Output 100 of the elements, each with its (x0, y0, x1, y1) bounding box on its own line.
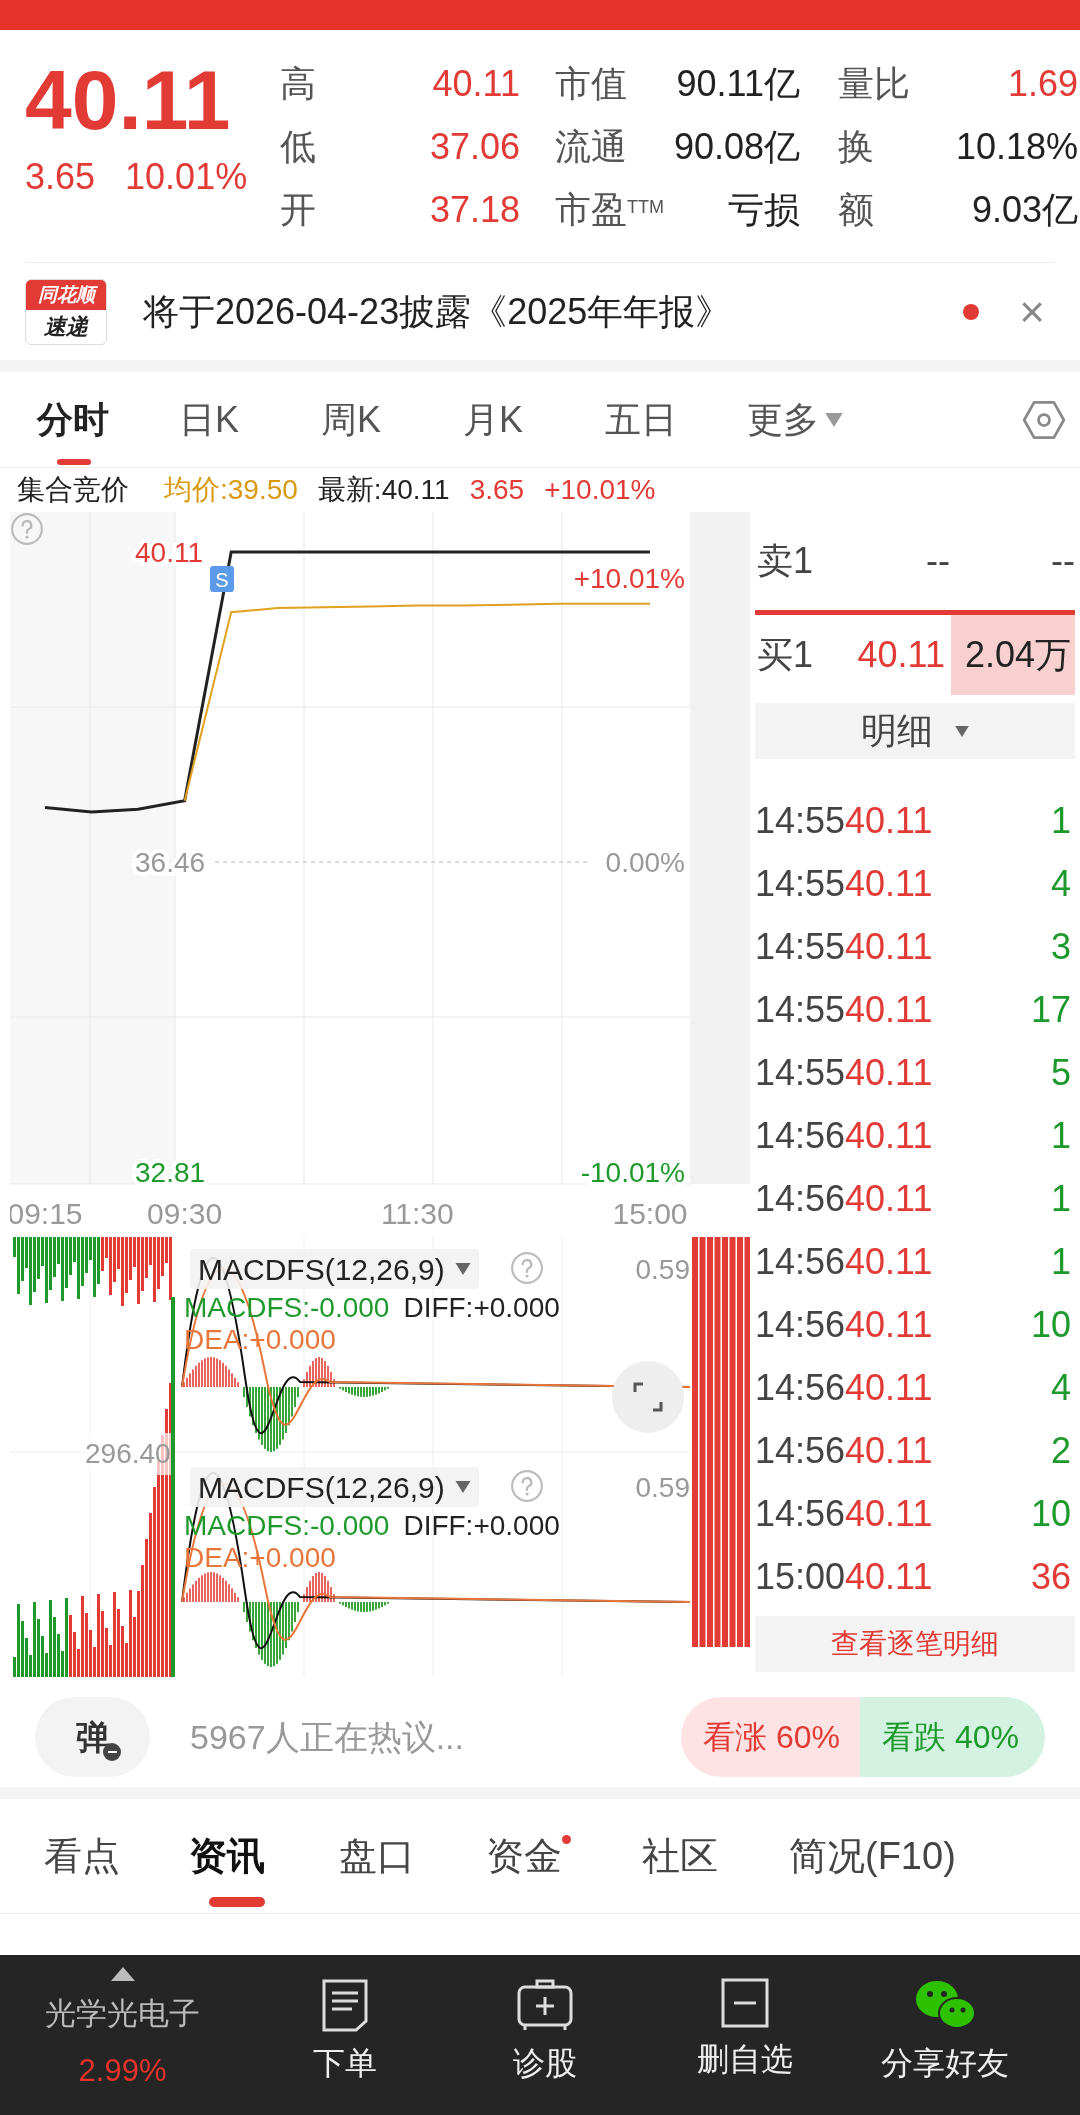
section-tab[interactable]: 简况(F10) (789, 1799, 956, 1913)
chart-tab[interactable]: 月K (463, 372, 523, 467)
caret-icon (454, 1481, 471, 1493)
trade-price: 40.11 (845, 1428, 933, 1473)
trade-volume: 10 (1029, 1302, 1072, 1347)
signal-marker: S (210, 566, 234, 592)
notice-text[interactable]: 将于2026-04-23披露《2025年年报》 (143, 284, 964, 339)
stat-label: 量比 (838, 61, 911, 106)
section-tab[interactable]: 资讯 (189, 1799, 265, 1913)
document-icon (320, 1977, 370, 2033)
chart-tab[interactable]: 分时 (37, 372, 109, 467)
stat-value: 40.11 (431, 61, 520, 106)
price-axis-label: 36.46 (135, 846, 206, 878)
toolbar-button[interactable]: 下单 (245, 1955, 445, 2115)
help-icon[interactable] (510, 1469, 544, 1503)
trade-volume: 17 (1029, 987, 1072, 1032)
trade-price: 40.11 (845, 1050, 933, 1095)
stat-value: 37.06 (428, 124, 520, 169)
trade-volume: 10 (1029, 1491, 1072, 1536)
caret-icon (955, 725, 969, 737)
stat-label: 市值 (555, 61, 628, 106)
news-badge: 同花顺 速递 (25, 278, 107, 345)
stat-value: 37.18 (428, 187, 520, 232)
price-change: 3.65 (25, 155, 96, 199)
stat-value: 亏损 (727, 187, 800, 232)
chart-tab[interactable]: 周K (321, 372, 381, 467)
last-price: 40.11 (25, 52, 232, 148)
trade-price: 40.11 (845, 987, 933, 1032)
stat-value: 1.69 (1006, 61, 1078, 106)
trade-price: 40.11 (845, 1176, 933, 1221)
help-icon[interactable] (510, 1251, 544, 1285)
toolbar-button[interactable]: 分享好友 (845, 1955, 1045, 2115)
up-arrow-icon (110, 1967, 135, 1981)
stat-value: 90.08亿 (672, 124, 800, 169)
section-tab[interactable]: 盘口 (339, 1799, 415, 1913)
stat-value: 9.03亿 (970, 187, 1078, 232)
trade-volume: 5 (1049, 1050, 1072, 1095)
caret-icon (454, 1263, 471, 1275)
section-tab[interactable]: 看点 (44, 1799, 120, 1913)
trade-price: 40.11 (845, 1302, 933, 1347)
stat-label: 换 (838, 124, 875, 169)
medical-kit-icon (515, 1977, 575, 2033)
trade-volume: 1 (1049, 1113, 1072, 1158)
chart-tab[interactable]: 日K (179, 372, 239, 467)
ask-label: 卖1 (756, 539, 815, 583)
price-change: 3.65 (469, 473, 525, 507)
percent-change: +10.01% (544, 473, 656, 507)
trade-volume: 2 (1049, 1428, 1072, 1473)
close-button[interactable]: × (1019, 289, 1045, 334)
toolbar-button[interactable]: 诊股 (445, 1955, 645, 2115)
indicator-selector[interactable]: MACDFS(12,26,9) (190, 1249, 479, 1289)
stat-value: 90.11亿 (675, 61, 800, 106)
sector-change: 2.99% (78, 2051, 167, 2090)
average-price: 均价:39.50 (164, 473, 298, 507)
details-button[interactable]: 明细 (755, 703, 1075, 759)
trade-volume: 36 (1029, 1554, 1072, 1599)
trade-price: 40.11 (845, 1554, 933, 1599)
trade-price: 40.11 (845, 1239, 933, 1284)
help-icon[interactable] (12, 514, 42, 544)
sector-name[interactable]: 光学光电子 (45, 1991, 200, 2038)
stat-label: 额 (838, 187, 875, 232)
trade-volume: 4 (1049, 1365, 1072, 1410)
percent-axis-label: +10.01% (573, 562, 685, 594)
remove-icon (720, 1977, 770, 2029)
bid-price: 40.11 (856, 633, 945, 677)
price-axis-label: 32.81 (135, 1156, 206, 1188)
stat-label: 低 (280, 124, 317, 169)
settings-icon[interactable] (1022, 398, 1066, 442)
ask-price: -- (925, 539, 950, 583)
chart-tab[interactable]: 更多 (747, 372, 843, 467)
trade-price: 40.11 (845, 1365, 933, 1410)
indicator-max: 0.59 (635, 1471, 690, 1505)
auction-label: 集合竞价 (17, 473, 129, 507)
section-tab[interactable]: 资金 (486, 1799, 562, 1913)
time-axis-label: 15:00 (612, 1197, 688, 1230)
trade-volume: 1 (1049, 1239, 1072, 1284)
toolbar-button[interactable]: 删自选 (645, 1955, 845, 2115)
indicator-selector[interactable]: MACDFS(12,26,9) (190, 1467, 479, 1507)
latest-price: 最新:40.11 (317, 473, 450, 507)
indicator-max: 0.59 (635, 1253, 690, 1287)
diff-value: DIFF:+0.000 (403, 1511, 560, 1541)
trade-price: 40.11 (845, 798, 933, 843)
stat-label: 开 (280, 187, 317, 232)
time-axis-label: 11:30 (380, 1197, 454, 1230)
all-trades-button[interactable]: 查看逐笔明细 (755, 1616, 1075, 1672)
bid-label: 买1 (756, 633, 815, 677)
trade-price: 40.11 (845, 924, 933, 969)
trade-price: 40.11 (845, 1491, 933, 1536)
caret-icon (825, 412, 843, 427)
price-axis-label: 40.11 (135, 536, 203, 568)
diff-value: DIFF:+0.000 (403, 1293, 560, 1323)
vote-button[interactable]: 看涨 60% (681, 1697, 861, 1777)
percent-axis-label: -10.01% (580, 1156, 685, 1188)
section-tab[interactable]: 社区 (642, 1799, 718, 1913)
chart-tab[interactable]: 五日 (605, 372, 677, 467)
trade-volume: 3 (1049, 924, 1072, 969)
trade-volume: 1 (1049, 798, 1072, 843)
stat-label: 高 (280, 61, 317, 106)
trade-price: 40.11 (845, 861, 933, 906)
danmaku-button[interactable]: 弹 (35, 1697, 150, 1777)
